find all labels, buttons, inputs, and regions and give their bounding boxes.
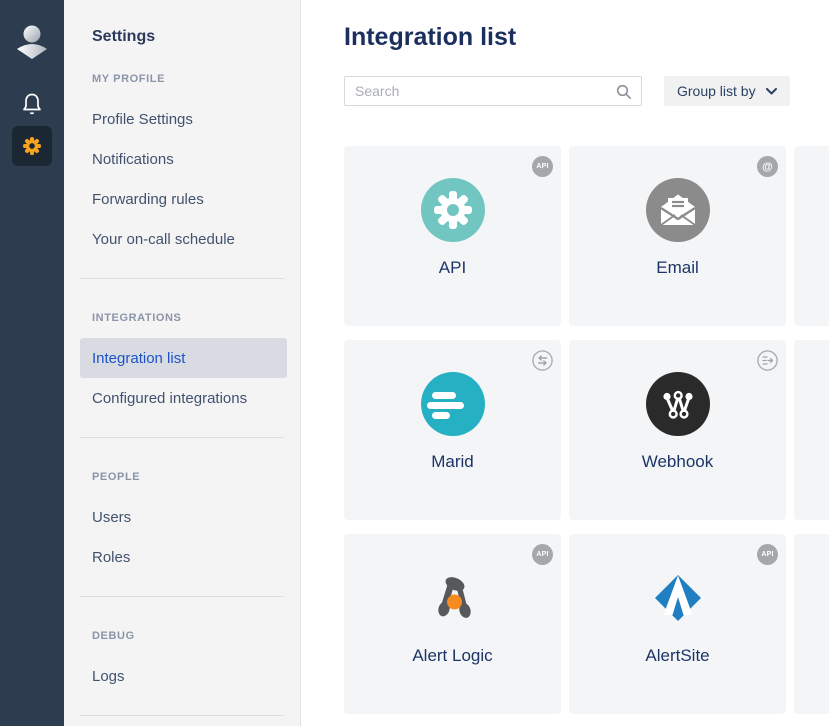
section-label-integrations: INTEGRATIONS [64, 298, 300, 338]
app-rail [0, 0, 64, 726]
sidebar-item-notifications[interactable]: Notifications [80, 139, 287, 179]
open-envelope-icon [646, 178, 710, 242]
sidebar-item-logs[interactable]: Logs [80, 656, 287, 696]
marid-bars-icon [421, 372, 485, 436]
api-type-badge: API [532, 544, 553, 565]
integration-name: Webhook [642, 452, 714, 472]
gear-icon [421, 178, 485, 242]
user-avatar[interactable] [15, 24, 49, 60]
integration-name: Email [656, 258, 699, 278]
main-content: Integration list Group list by API [301, 0, 829, 726]
sidebar-item-forwarding-rules[interactable]: Forwarding rules [80, 179, 287, 219]
integration-name: Alert Logic [412, 646, 492, 666]
search-icon [616, 84, 632, 100]
toolbar: Group list by [344, 76, 829, 106]
outgoing-lines-badge-icon [757, 350, 778, 371]
sync-arrows-badge-icon [532, 350, 553, 371]
email-type-badge: @ [757, 156, 778, 177]
alertsite-logo [646, 566, 710, 630]
group-list-by-button[interactable]: Group list by [664, 76, 790, 106]
integration-card-email[interactable]: @ Email [569, 146, 786, 326]
api-type-badge: API [757, 544, 778, 565]
sidebar-item-on-call-schedule[interactable]: Your on-call schedule [80, 219, 287, 259]
section-label-people: PEOPLE [64, 457, 300, 497]
integration-card-marid[interactable]: Marid [344, 340, 561, 520]
search-box [344, 76, 642, 106]
api-type-badge: API [532, 156, 553, 177]
sidebar-divider [80, 437, 284, 438]
integration-card-offscreen[interactable] [794, 340, 829, 520]
section-label-my-profile: MY PROFILE [64, 59, 300, 99]
group-list-by-label: Group list by [677, 83, 756, 99]
sidebar-title: Settings [64, 28, 300, 48]
sidebar-divider [80, 278, 284, 279]
sidebar-item-users[interactable]: Users [80, 497, 287, 537]
alert-logic-logo [421, 566, 485, 630]
page-title: Integration list [344, 22, 829, 52]
sidebar-item-configured-integrations[interactable]: Configured integrations [80, 378, 287, 418]
sidebar-item-profile-settings[interactable]: Profile Settings [80, 99, 287, 139]
settings-gear-icon[interactable] [12, 126, 52, 166]
sidebar-item-roles[interactable]: Roles [80, 537, 287, 577]
sidebar-divider [80, 715, 284, 716]
notifications-bell-icon[interactable] [12, 84, 52, 124]
sidebar-item-integration-list[interactable]: Integration list [80, 338, 287, 378]
sidebar-divider [80, 596, 284, 597]
webhook-nodes-icon [646, 372, 710, 436]
search-input[interactable] [355, 83, 611, 99]
settings-sidebar: Settings MY PROFILE Profile Settings Not… [64, 0, 301, 726]
integration-card-webhook[interactable]: Webhook [569, 340, 786, 520]
section-label-debug: DEBUG [64, 616, 300, 656]
integration-name: AlertSite [645, 646, 709, 666]
chevron-down-icon [766, 88, 777, 95]
integration-card-offscreen[interactable] [794, 534, 829, 714]
integration-name: Marid [431, 452, 474, 472]
integration-card-alert-logic[interactable]: API Alert Logic [344, 534, 561, 714]
integration-name: API [439, 258, 466, 278]
integration-card-offscreen[interactable] [794, 146, 829, 326]
integration-card-api[interactable]: API API [344, 146, 561, 326]
integration-card-alertsite[interactable]: API AlertSite [569, 534, 786, 714]
integration-grid: API API @ [344, 146, 829, 714]
